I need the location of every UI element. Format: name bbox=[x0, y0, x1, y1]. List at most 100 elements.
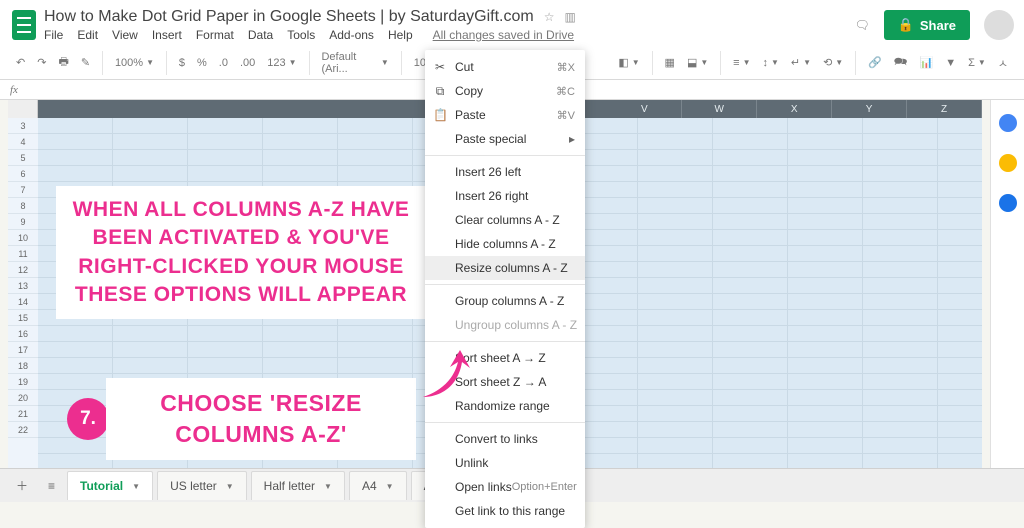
row-header[interactable]: 12 bbox=[8, 262, 38, 278]
row-header[interactable]: 8 bbox=[8, 198, 38, 214]
separator bbox=[166, 51, 167, 75]
star-icon[interactable]: ☆ bbox=[544, 10, 555, 24]
share-button[interactable]: 🔒 Share bbox=[884, 10, 970, 40]
tab-menu-icon[interactable]: ▼ bbox=[324, 482, 332, 491]
row-headers[interactable]: 3 4 5 6 7 8 9 10 11 12 13 14 15 16 17 18 bbox=[8, 118, 38, 470]
ctx-paste-special[interactable]: Paste special▸ bbox=[425, 127, 585, 151]
text-rotation-button[interactable]: ⟲▼ bbox=[819, 51, 847, 75]
add-sheet-button[interactable]: ＋ bbox=[8, 473, 36, 498]
calendar-icon[interactable] bbox=[999, 114, 1017, 132]
menu-format[interactable]: Format bbox=[196, 28, 234, 42]
horizontal-align-button[interactable]: ≡▼ bbox=[729, 51, 754, 75]
ctx-hide-columns[interactable]: Hide columns A - Z bbox=[425, 232, 585, 256]
keep-icon[interactable] bbox=[999, 154, 1017, 172]
ctx-unlink[interactable]: Unlink bbox=[425, 451, 585, 475]
row-header[interactable]: 21 bbox=[8, 406, 38, 422]
ctx-insert-left[interactable]: Insert 26 left bbox=[425, 160, 585, 184]
vertical-align-button[interactable]: ↕▼ bbox=[759, 51, 783, 75]
font-dropdown[interactable]: Default (Ari...▼ bbox=[317, 51, 392, 75]
comments-icon[interactable]: 🗨 bbox=[854, 18, 869, 32]
row-header[interactable]: 16 bbox=[8, 326, 38, 342]
menu-tools[interactable]: Tools bbox=[287, 28, 315, 42]
select-all-corner[interactable] bbox=[8, 100, 38, 118]
ctx-copy[interactable]: ⧉Copy⌘C bbox=[425, 79, 585, 103]
sheet-tab-tutorial[interactable]: Tutorial▼ bbox=[67, 471, 153, 500]
separator bbox=[855, 51, 856, 75]
row-header[interactable]: 10 bbox=[8, 230, 38, 246]
text-wrap-button[interactable]: ↵▼ bbox=[787, 51, 815, 75]
insert-chart-button[interactable]: 📊 bbox=[916, 51, 938, 75]
print-button[interactable]: 🖶 bbox=[54, 51, 72, 75]
percent-button[interactable]: % bbox=[193, 51, 211, 75]
sheet-tab-half-letter[interactable]: Half letter▼ bbox=[251, 471, 345, 500]
save-status[interactable]: All changes saved in Drive bbox=[433, 28, 574, 42]
menu-addons[interactable]: Add-ons bbox=[329, 28, 374, 42]
zoom-dropdown[interactable]: 100%▼ bbox=[111, 51, 158, 75]
row-header[interactable]: 3 bbox=[8, 118, 38, 134]
column-header-z[interactable]: Z bbox=[907, 100, 982, 118]
merge-button[interactable]: ⬓▼ bbox=[683, 51, 712, 75]
column-header-x[interactable]: X bbox=[757, 100, 832, 118]
paint-format-button[interactable]: ✎ bbox=[77, 51, 94, 75]
menu-divider bbox=[425, 155, 585, 156]
row-header[interactable]: 5 bbox=[8, 150, 38, 166]
more-formats-dropdown[interactable]: 123▼ bbox=[263, 51, 300, 75]
row-header[interactable]: 13 bbox=[8, 278, 38, 294]
all-sheets-button[interactable]: ≡ bbox=[40, 475, 63, 497]
ctx-group-columns[interactable]: Group columns A - Z bbox=[425, 289, 585, 313]
functions-button[interactable]: Σ▼ bbox=[964, 51, 990, 75]
row-header[interactable]: 15 bbox=[8, 310, 38, 326]
document-title[interactable]: How to Make Dot Grid Paper in Google She… bbox=[44, 8, 534, 26]
undo-button[interactable]: ↶ bbox=[12, 51, 29, 75]
menu-edit[interactable]: Edit bbox=[77, 28, 98, 42]
ctx-paste[interactable]: 📋Paste⌘V bbox=[425, 103, 585, 127]
row-header[interactable]: 6 bbox=[8, 166, 38, 182]
move-folder-icon[interactable]: ▥ bbox=[564, 10, 575, 24]
row-header[interactable]: 14 bbox=[8, 294, 38, 310]
tasks-icon[interactable] bbox=[999, 194, 1017, 212]
tab-menu-icon[interactable]: ▼ bbox=[386, 482, 394, 491]
currency-button[interactable]: $ bbox=[175, 51, 189, 75]
ctx-clear-columns[interactable]: Clear columns A - Z bbox=[425, 208, 585, 232]
row-header[interactable]: 4 bbox=[8, 134, 38, 150]
decrease-decimal-button[interactable]: .0 bbox=[215, 51, 232, 75]
ctx-convert-links[interactable]: Convert to links bbox=[425, 427, 585, 451]
menu-view[interactable]: View bbox=[112, 28, 138, 42]
arrow-icon bbox=[418, 342, 478, 402]
titlebar-right: 🗨 🔒 Share bbox=[854, 10, 1014, 40]
row-header[interactable]: 7 bbox=[8, 182, 38, 198]
ctx-open-links[interactable]: Open linksOption+Enter bbox=[425, 475, 585, 499]
row-header[interactable]: 22 bbox=[8, 422, 38, 438]
fill-color-button[interactable]: ◧▼ bbox=[614, 51, 643, 75]
account-avatar[interactable] bbox=[984, 10, 1014, 40]
borders-button[interactable]: ▦ bbox=[661, 51, 679, 75]
column-header-w[interactable]: W bbox=[682, 100, 757, 118]
sheet-tab-a4[interactable]: A4▼ bbox=[349, 471, 407, 500]
insert-link-button[interactable]: 🔗 bbox=[864, 51, 886, 75]
row-header[interactable]: 20 bbox=[8, 390, 38, 406]
row-header[interactable]: 18 bbox=[8, 358, 38, 374]
row-header[interactable]: 9 bbox=[8, 214, 38, 230]
column-header-y[interactable]: Y bbox=[832, 100, 907, 118]
ctx-cut[interactable]: ✂Cut⌘X bbox=[425, 55, 585, 79]
row-header[interactable]: 17 bbox=[8, 342, 38, 358]
increase-decimal-button[interactable]: .00 bbox=[236, 51, 259, 75]
insert-comment-button[interactable]: 🗪 bbox=[890, 51, 912, 75]
ctx-get-link[interactable]: Get link to this range bbox=[425, 499, 585, 523]
row-header[interactable]: 19 bbox=[8, 374, 38, 390]
sheets-logo-icon[interactable] bbox=[12, 10, 36, 40]
collapse-toolbar-button[interactable]: ㅅ bbox=[994, 51, 1012, 75]
menu-insert[interactable]: Insert bbox=[152, 28, 182, 42]
ctx-insert-right[interactable]: Insert 26 right bbox=[425, 184, 585, 208]
row-header[interactable]: 11 bbox=[8, 246, 38, 262]
column-header-v[interactable]: V bbox=[607, 100, 682, 118]
menu-file[interactable]: File bbox=[44, 28, 63, 42]
tab-menu-icon[interactable]: ▼ bbox=[226, 482, 234, 491]
menu-help[interactable]: Help bbox=[388, 28, 413, 42]
redo-button[interactable]: ↷ bbox=[33, 51, 50, 75]
sheet-tab-us-letter[interactable]: US letter▼ bbox=[157, 471, 247, 500]
menu-data[interactable]: Data bbox=[248, 28, 273, 42]
filter-button[interactable]: ▼ bbox=[941, 51, 960, 75]
tab-menu-icon[interactable]: ▼ bbox=[132, 482, 140, 491]
ctx-resize-columns[interactable]: Resize columns A - Z bbox=[425, 256, 585, 280]
